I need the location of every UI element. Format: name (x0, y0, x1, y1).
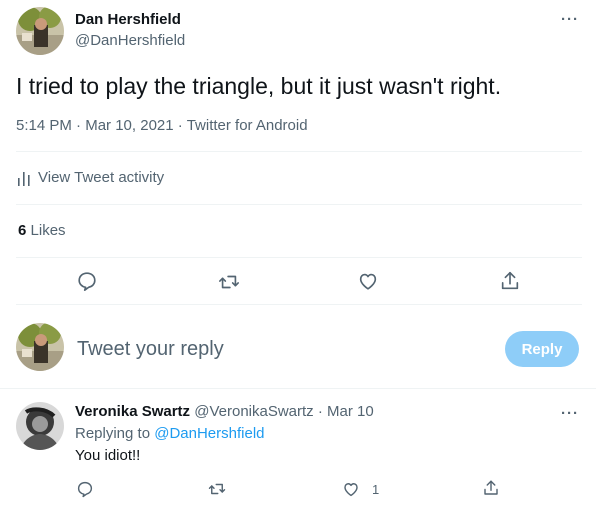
meta-separator: · (76, 117, 82, 134)
reply-header: Veronika Swartz @VeronikaSwartz · Mar 10 (75, 403, 374, 420)
reply-button[interactable]: Reply (505, 331, 579, 367)
reply-heart-icon[interactable] (342, 480, 360, 498)
reply-input[interactable]: Tweet your reply (77, 338, 224, 361)
meta-separator: · (177, 117, 183, 134)
reply-more-options-icon[interactable]: ··· (561, 406, 579, 421)
author-avatar[interactable] (16, 7, 64, 55)
bar-chart-icon (18, 170, 30, 186)
tweet-source[interactable]: Twitter for Android (187, 117, 308, 134)
tweet-time[interactable]: 5:14 PM (16, 117, 72, 134)
tweet-text: I tried to play the triangle, but it jus… (16, 73, 502, 99)
reply-author-avatar[interactable] (16, 402, 64, 450)
author-name[interactable]: Dan Hershfield (75, 11, 181, 28)
tweet-meta: 5:14 PM · Mar 10, 2021 · Twitter for And… (16, 117, 308, 134)
divider (16, 151, 582, 152)
reply-author-handle[interactable]: @VeronikaSwartz (194, 403, 313, 420)
replying-to-prefix: Replying to (75, 425, 151, 442)
likes-stat[interactable]: 6 Likes (18, 222, 66, 239)
divider (0, 388, 596, 389)
view-tweet-activity-link[interactable]: View Tweet activity (18, 169, 164, 186)
more-options-icon[interactable]: ··· (561, 12, 579, 27)
retweet-icon[interactable] (218, 271, 240, 293)
reply-text: You idiot!! (75, 447, 141, 464)
reply-share-icon[interactable] (482, 479, 500, 497)
comment-icon[interactable] (76, 270, 98, 292)
divider (16, 204, 582, 205)
meta-separator: · (317, 403, 323, 420)
reply-comment-icon[interactable] (76, 480, 94, 498)
author-handle[interactable]: @DanHershfield (75, 32, 185, 49)
replying-to-line: Replying to @DanHershfield (75, 425, 265, 442)
reply-date[interactable]: Mar 10 (327, 403, 374, 420)
user-avatar[interactable] (16, 323, 64, 371)
likes-count: 6 (18, 222, 27, 239)
divider (16, 304, 582, 305)
reply-retweet-icon[interactable] (208, 480, 226, 498)
reply-like-count: 1 (372, 482, 380, 497)
likes-label: Likes (30, 222, 66, 239)
reply-author-name[interactable]: Veronika Swartz (75, 403, 190, 420)
share-icon[interactable] (499, 270, 521, 292)
tweet-date[interactable]: Mar 10, 2021 (85, 117, 173, 134)
view-tweet-activity-label: View Tweet activity (38, 169, 165, 186)
replying-to-link[interactable]: @DanHershfield (154, 425, 264, 442)
divider (16, 257, 582, 258)
heart-icon[interactable] (357, 270, 379, 292)
